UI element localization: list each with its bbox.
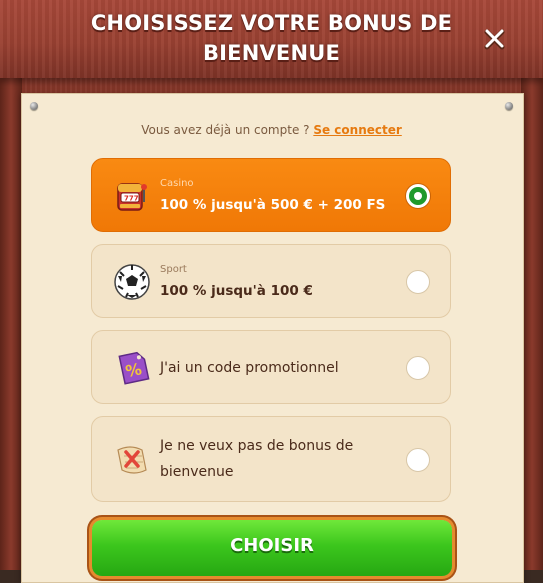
login-prompt: Vous avez déjà un compte ? Se connecter — [0, 123, 543, 137]
radio-promo-code[interactable] — [406, 356, 430, 380]
option-label: Je ne veux pas de bonus de bienvenue — [160, 433, 353, 485]
modal-title: CHOISISSEZ VOTRE BONUS DE BIENVENUE — [60, 8, 483, 68]
radio-casino[interactable] — [406, 184, 430, 208]
option-casino[interactable]: 777 Casino 100 % jusqu'à 500 € + 200 FS — [91, 158, 451, 232]
slot-machine-icon: 777 — [112, 176, 152, 216]
svg-text:777: 777 — [124, 195, 139, 203]
option-category: Sport — [160, 264, 187, 275]
option-promo-code[interactable]: % J'ai un code promotionnel — [91, 330, 451, 404]
option-category: Casino — [160, 178, 194, 189]
right-post — [521, 70, 543, 570]
pin-right — [505, 102, 513, 110]
option-label: J'ai un code promotionnel — [160, 360, 339, 376]
promo-tag-icon: % — [112, 348, 152, 388]
radio-no-bonus[interactable] — [406, 448, 430, 472]
title-line-1: CHOISISSEZ VOTRE BONUS DE — [90, 11, 453, 35]
title-line-2: BIENVENUE — [202, 41, 341, 65]
option-label-line-1: Je ne veux pas de bonus de — [160, 438, 354, 454]
option-label-line-2: bienvenue — [160, 464, 234, 480]
soccer-ball-icon — [112, 262, 152, 302]
option-label: 100 % jusqu'à 100 € — [160, 283, 313, 299]
option-no-bonus[interactable]: Je ne veux pas de bonus de bienvenue — [91, 416, 451, 502]
close-icon — [484, 29, 505, 50]
header-plank: CHOISISSEZ VOTRE BONUS DE BIENVENUE — [0, 0, 543, 78]
left-post — [0, 70, 22, 570]
option-label: 100 % jusqu'à 500 € + 200 FS — [160, 197, 386, 213]
radio-sport[interactable] — [406, 270, 430, 294]
login-link[interactable]: Se connecter — [313, 123, 401, 137]
choose-button[interactable]: CHOISIR — [92, 520, 452, 576]
login-question: Vous avez déjà un compte ? — [141, 123, 314, 137]
option-sport[interactable]: Sport 100 % jusqu'à 100 € — [91, 244, 451, 318]
close-button[interactable] — [482, 26, 508, 52]
no-bonus-icon — [112, 440, 152, 480]
pin-left — [30, 102, 38, 110]
